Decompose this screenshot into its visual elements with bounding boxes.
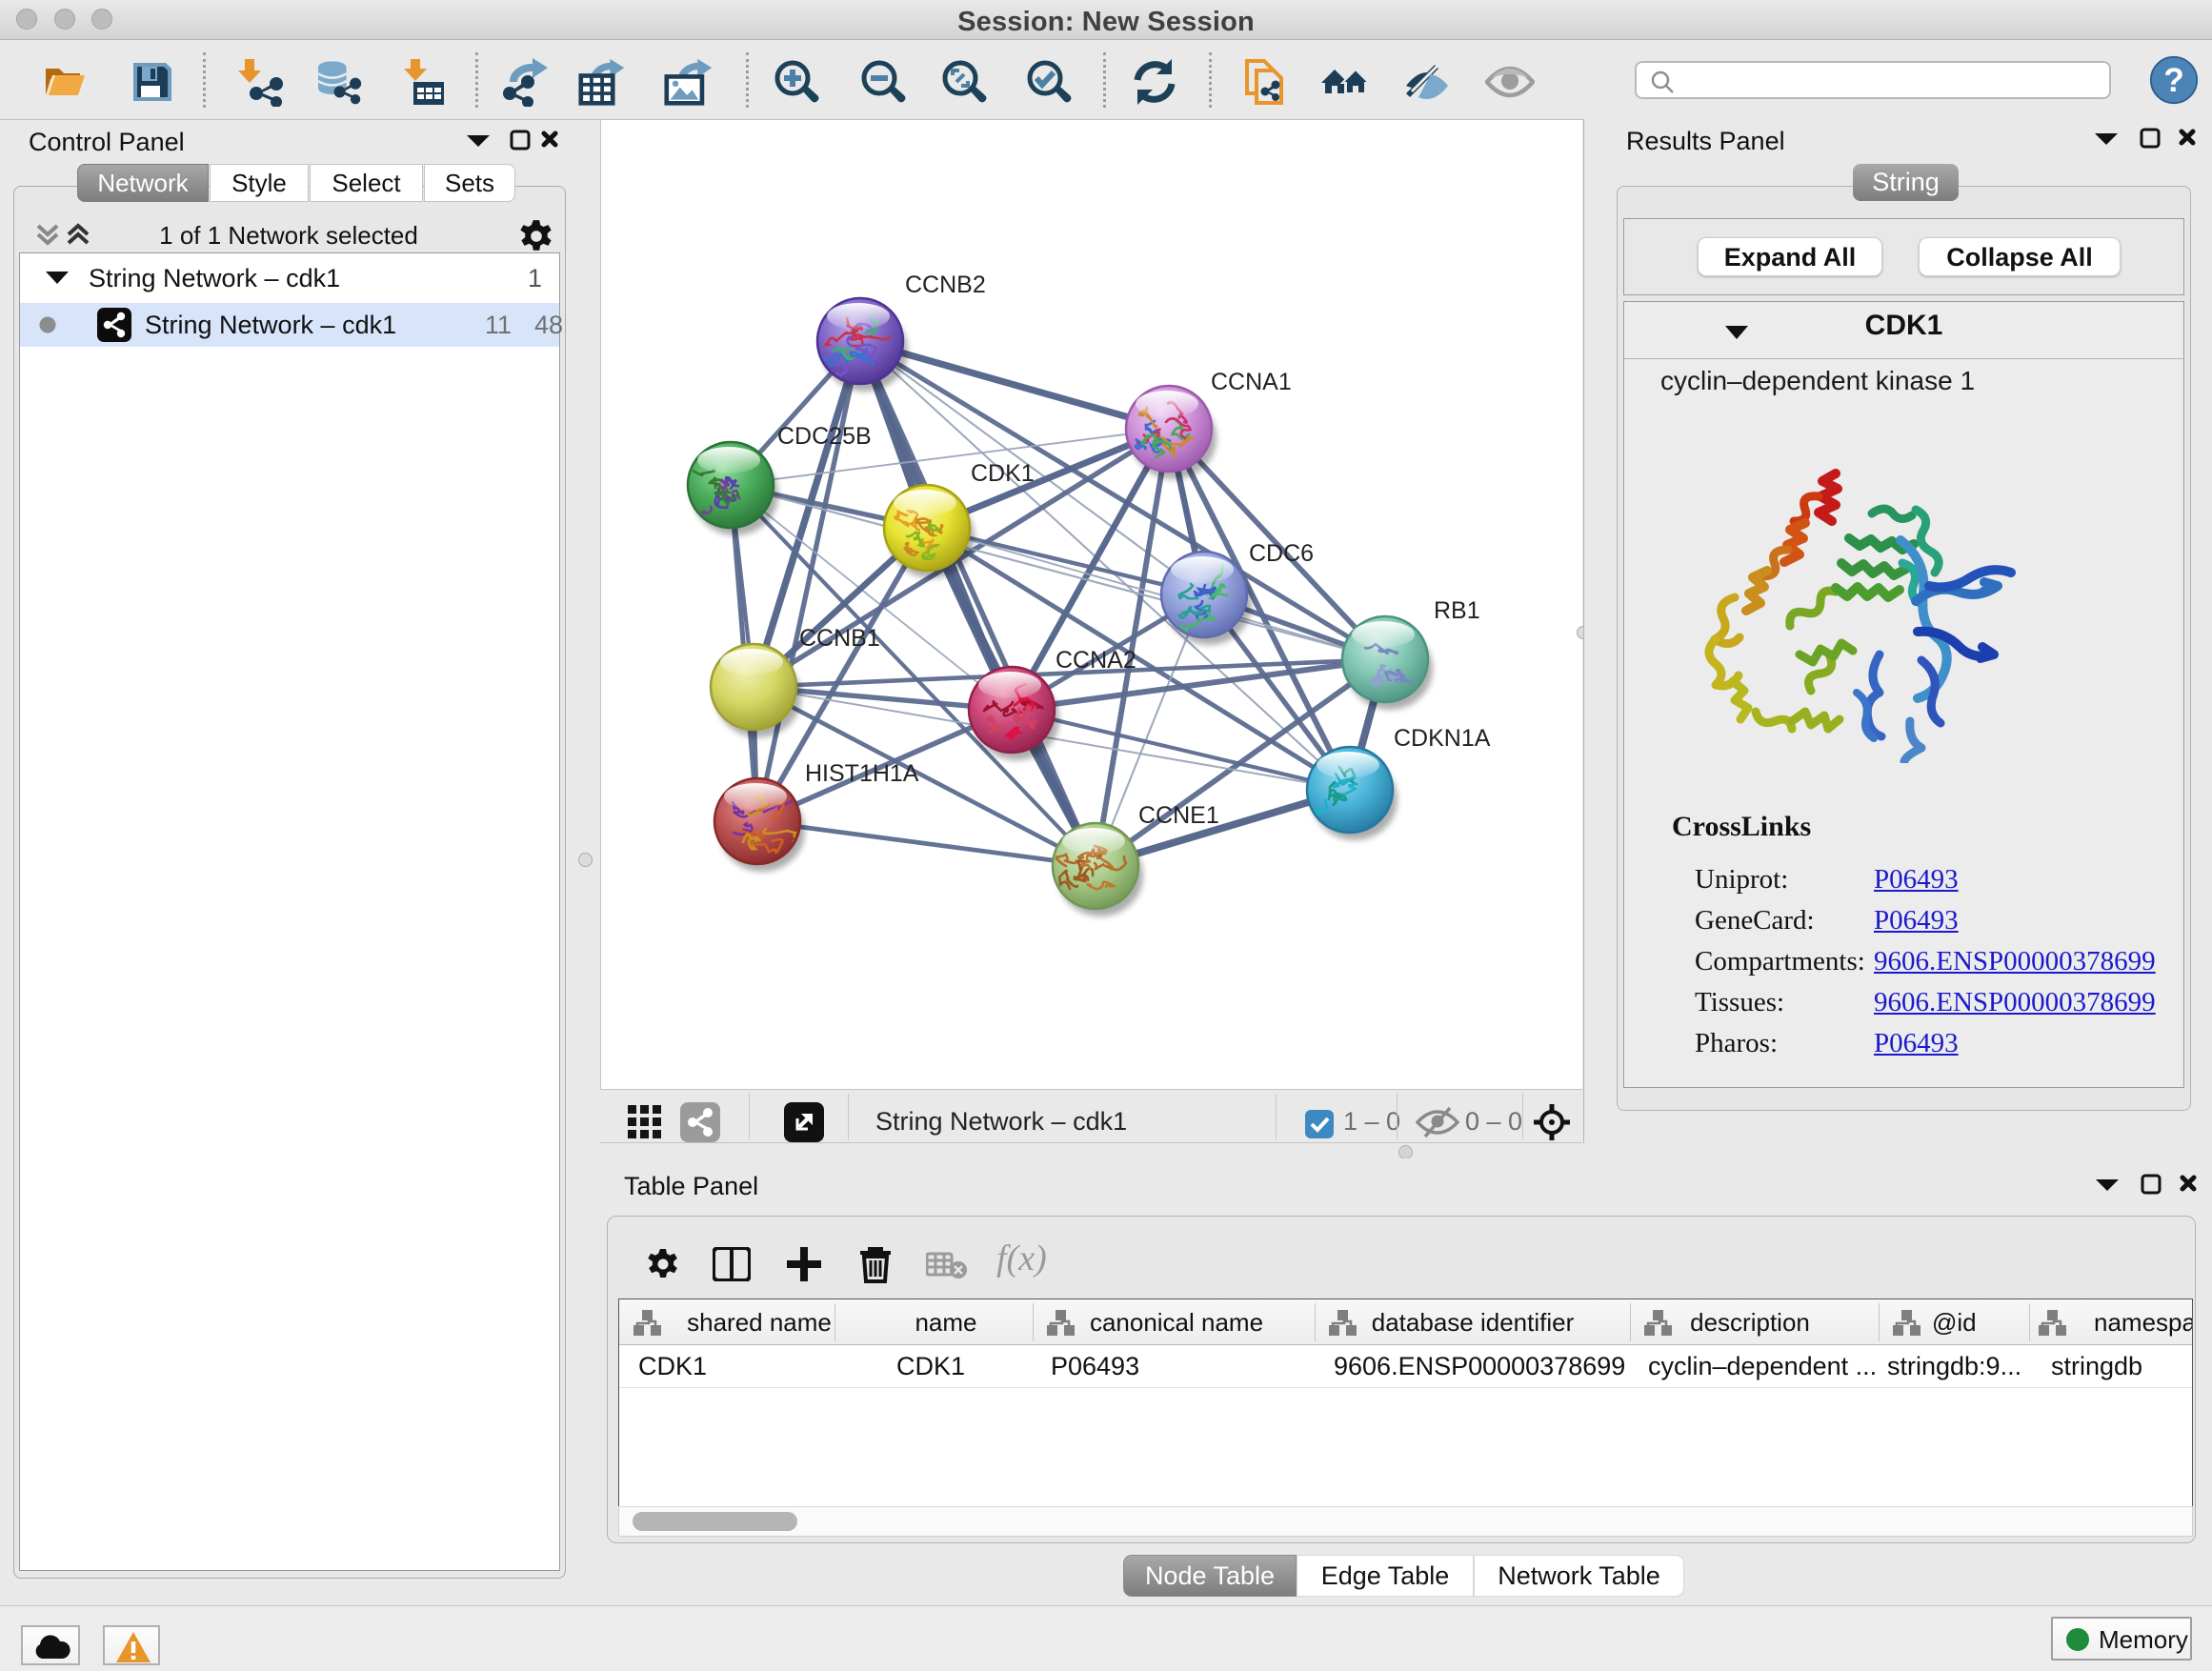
svg-text:CCNB2: CCNB2 (905, 272, 986, 298)
svg-text:CDC25B: CDC25B (777, 423, 872, 450)
svg-text:RB1: RB1 (1434, 597, 1480, 624)
svg-text:CDC6: CDC6 (1249, 540, 1314, 567)
svg-text:CDK1: CDK1 (971, 460, 1035, 487)
svg-text:?: ? (2163, 62, 2184, 99)
svg-text:CCNE1: CCNE1 (1138, 802, 1219, 829)
svg-text:CCNB1: CCNB1 (799, 625, 880, 652)
svg-text:CDKN1A: CDKN1A (1394, 725, 1491, 752)
svg-text:CCNA2: CCNA2 (1056, 647, 1136, 674)
svg-text:CCNA1: CCNA1 (1211, 369, 1292, 395)
svg-text:HIST1H1A: HIST1H1A (805, 760, 919, 787)
